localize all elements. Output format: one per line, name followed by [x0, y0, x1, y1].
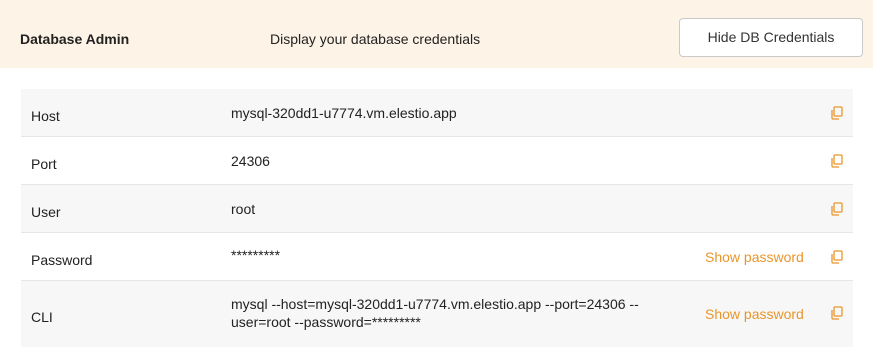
- page-title: Database Admin: [20, 31, 130, 47]
- copy-icon[interactable]: [830, 250, 844, 264]
- page-description: Display your database credentials: [270, 31, 481, 47]
- user-value: root: [231, 201, 256, 217]
- table-row-port: Port 24306: [21, 137, 853, 185]
- show-password-link[interactable]: Show password: [705, 306, 804, 322]
- credentials-table: Host mysql-320dd1-u7774.vm.elestio.app P…: [21, 89, 853, 347]
- host-label: Host: [31, 108, 60, 124]
- table-row-host: Host mysql-320dd1-u7774.vm.elestio.app: [21, 89, 853, 137]
- header-bar: Database Admin Display your database cre…: [0, 0, 873, 68]
- host-value: mysql-320dd1-u7774.vm.elestio.app: [231, 105, 457, 121]
- table-row-password: Password ********* Show password: [21, 233, 853, 281]
- table-row-cli: CLI mysql --host=mysql-320dd1-u7774.vm.e…: [21, 281, 853, 347]
- cli-label: CLI: [31, 309, 53, 325]
- copy-icon[interactable]: [830, 202, 844, 216]
- copy-icon[interactable]: [830, 306, 844, 320]
- password-value: *********: [231, 247, 281, 263]
- hide-db-credentials-button[interactable]: Hide DB Credentials: [679, 18, 863, 57]
- copy-icon[interactable]: [830, 106, 844, 120]
- cli-value-line2: user=root --password=*********: [231, 314, 421, 330]
- user-label: User: [31, 204, 61, 220]
- port-label: Port: [31, 156, 57, 172]
- cli-value-line1: mysql --host=mysql-320dd1-u7774.vm.elest…: [231, 296, 639, 312]
- port-value: 24306: [231, 153, 270, 169]
- password-label: Password: [31, 252, 93, 268]
- copy-icon[interactable]: [830, 154, 844, 168]
- table-row-user: User root: [21, 185, 853, 233]
- show-password-link[interactable]: Show password: [705, 249, 804, 265]
